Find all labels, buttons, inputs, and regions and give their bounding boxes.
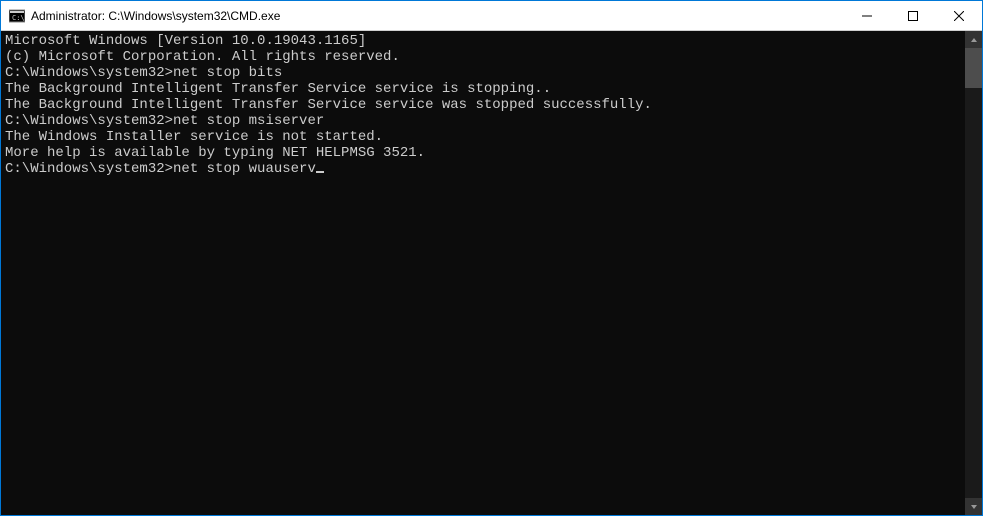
output-line: Microsoft Windows [Version 10.0.19043.11… [5, 33, 961, 49]
command-input[interactable]: net stop wuauserv [173, 161, 316, 177]
text-cursor [316, 171, 324, 173]
prompt: C:\Windows\system32> [5, 65, 173, 81]
minimize-button[interactable] [844, 1, 890, 30]
command-text: net stop msiserver [173, 113, 324, 129]
titlebar[interactable]: C:\ Administrator: C:\Windows\system32\C… [1, 1, 982, 31]
output-line: The Background Intelligent Transfer Serv… [5, 97, 961, 113]
scroll-down-button[interactable] [965, 498, 982, 515]
cmd-icon: C:\ [9, 8, 25, 24]
prompt: C:\Windows\system32> [5, 113, 173, 129]
vertical-scrollbar[interactable] [965, 31, 982, 515]
scrollbar-track[interactable] [965, 48, 982, 498]
command-text: net stop bits [173, 65, 282, 81]
close-button[interactable] [936, 1, 982, 30]
console-output[interactable]: Microsoft Windows [Version 10.0.19043.11… [1, 31, 965, 515]
prompt: C:\Windows\system32> [5, 161, 173, 177]
window-title: Administrator: C:\Windows\system32\CMD.e… [31, 9, 280, 23]
prompt-line: C:\Windows\system32>net stop msiserver [5, 113, 961, 129]
maximize-button[interactable] [890, 1, 936, 30]
prompt-line: C:\Windows\system32>net stop bits [5, 65, 961, 81]
output-line: More help is available by typing NET HEL… [5, 145, 961, 161]
svg-text:C:\: C:\ [12, 14, 25, 22]
cmd-window: C:\ Administrator: C:\Windows\system32\C… [1, 1, 982, 515]
output-line: The Windows Installer service is not sta… [5, 129, 961, 145]
scrollbar-thumb[interactable] [965, 48, 982, 88]
prompt-line: C:\Windows\system32>net stop wuauserv [5, 161, 961, 177]
output-line: The Background Intelligent Transfer Serv… [5, 81, 961, 97]
output-line: (c) Microsoft Corporation. All rights re… [5, 49, 961, 65]
console-area: Microsoft Windows [Version 10.0.19043.11… [1, 31, 982, 515]
scroll-up-button[interactable] [965, 31, 982, 48]
window-controls [844, 1, 982, 30]
